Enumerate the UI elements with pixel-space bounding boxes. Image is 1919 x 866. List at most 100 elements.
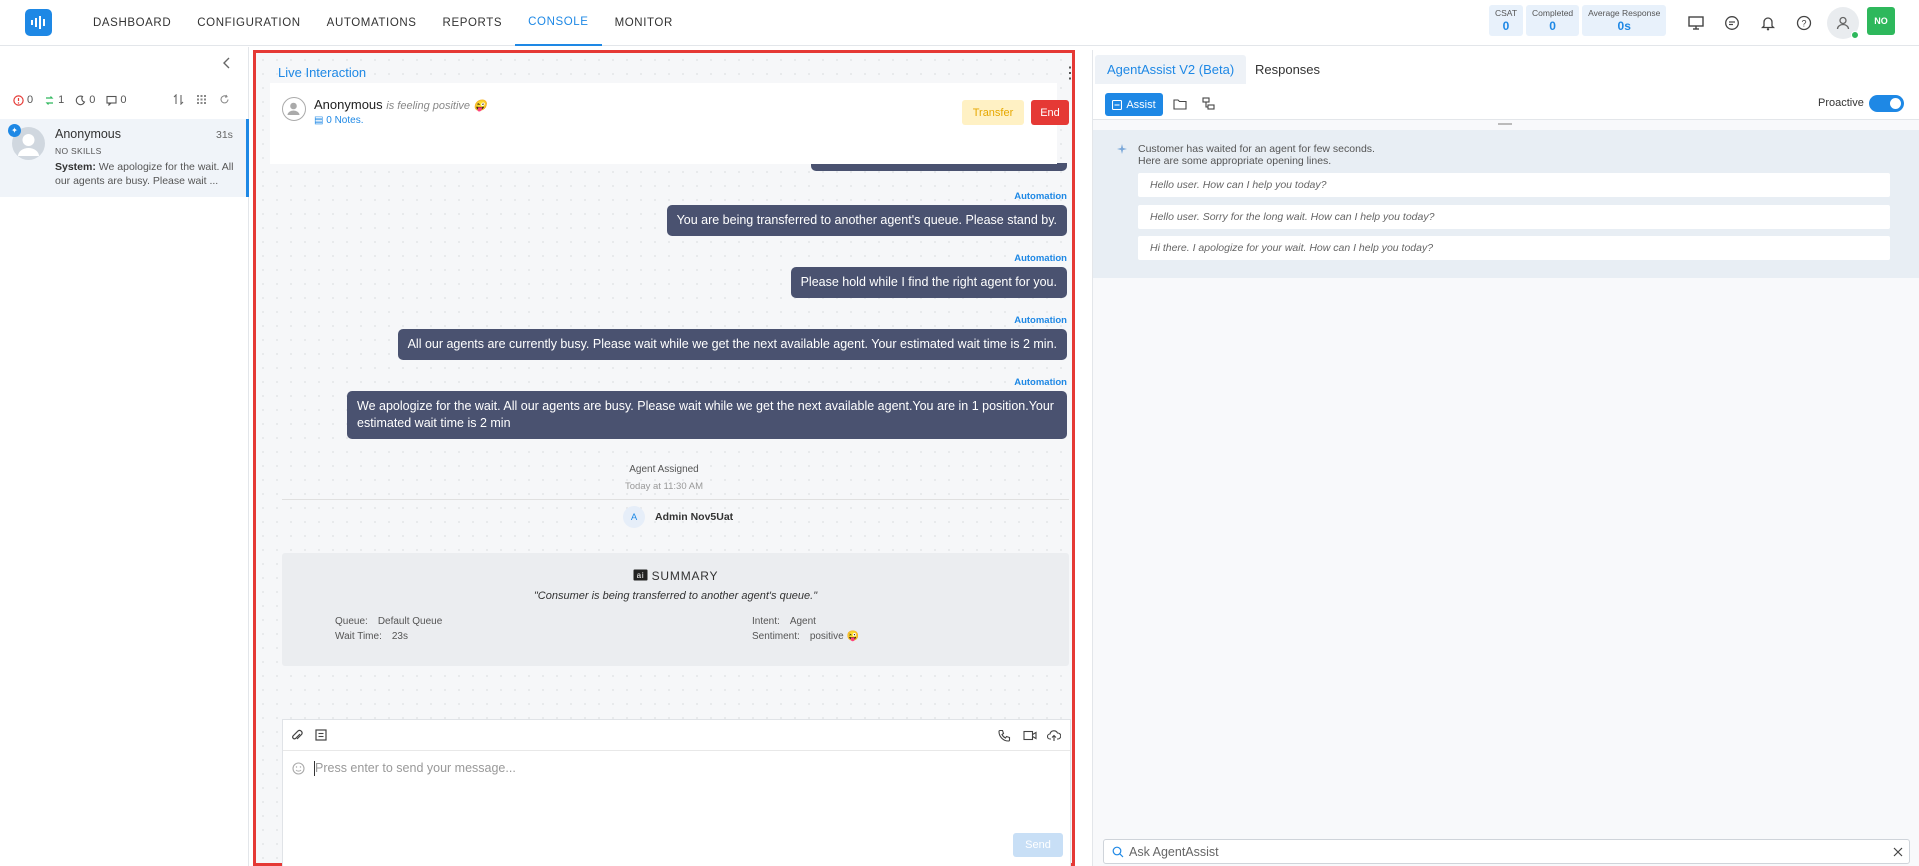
notes-link[interactable]: ▤ 0 Notes. [314,115,363,126]
message-icon [106,95,117,106]
preview-sender: System: [55,161,96,173]
refresh-icon[interactable] [219,94,230,105]
nav-console[interactable]: CONSOLE [515,0,602,46]
stat-label: Average Response [1588,8,1661,18]
summary-sentiment: Sentiment: positive 😜 [752,631,859,642]
emoji-icon[interactable] [292,762,305,775]
collapse-sidebar-icon[interactable] [222,57,232,72]
stat-value: 0s [1617,19,1631,33]
chat-header: Anonymous is feeling positive 😜 ▤ 0 Note… [270,83,1069,164]
filter-count: 0 [89,94,96,106]
field-value: positive 😜 [809,631,859,642]
message-bubble: We apologize for the wait. All our agent… [347,391,1067,439]
grid-icon[interactable] [196,94,207,105]
summary-card: ai SUMMARY "Consumer is being transferred… [282,553,1069,666]
stat-average-response: Average Response 0s [1582,5,1667,36]
tab-responses[interactable]: Responses [1243,55,1332,84]
online-status-dot [1851,31,1859,39]
monitor-icon[interactable] [1684,11,1708,35]
conversation-time: 31s [216,129,233,141]
app-logo[interactable] [25,9,52,36]
suggestion-item[interactable]: Hello user. How can I help you today? [1138,173,1890,197]
ask-agentassist-field[interactable]: Ask AgentAssist [1103,839,1910,864]
main-nav: DASHBOARD CONFIGURATION AUTOMATIONS REPO… [80,0,686,46]
moon-icon [75,94,86,105]
agent-name: Admin Nov5Uat [655,511,734,523]
help-icon[interactable]: ? [1792,11,1816,35]
nav-configuration[interactable]: CONFIGURATION [184,0,313,46]
more-options-icon[interactable]: ⋮ [1062,63,1078,83]
summary-wait-time: Wait Time: 23s [335,631,408,642]
close-icon[interactable] [1893,847,1903,857]
nav-reports[interactable]: REPORTS [430,0,516,46]
agent-assigned-time: Today at 11:30 AM [625,481,703,492]
filter-alerts[interactable]: 0 [13,94,33,106]
phone-icon[interactable] [998,729,1011,742]
alert-icon [13,94,24,106]
suggestion-heading-line: Here are some appropriate opening lines. [1138,155,1332,167]
folder-icon[interactable] [1173,98,1187,110]
suggestion-heading: Customer has waited for an agent for few… [1138,143,1375,167]
conversation-preview: System: We apologize for the wait. All o… [55,160,235,188]
send-button[interactable]: Send [1013,833,1063,857]
conversation-item[interactable]: ✦ Anonymous 31s NO SKILLS System: We apo… [0,119,249,197]
workflow-icon[interactable] [1202,97,1215,110]
suggestion-heading-line: Customer has waited for an agent for few… [1138,143,1375,155]
suggestion-item[interactable]: Hello user. Sorry for the long wait. How… [1138,205,1890,229]
message-bubble: Please hold while I find the right agent… [790,267,1067,298]
ai-icon: ai [633,569,648,581]
user-initials-badge[interactable]: NO [1867,7,1895,35]
stat-value: 0 [1549,19,1556,33]
agent-assist-panel: AgentAssist V2 (Beta) Responses Assist P… [1092,50,1919,866]
attachment-icon[interactable] [291,729,303,742]
field-value: Default Queue [377,616,443,627]
filter-count: 0 [120,94,127,106]
nav-dashboard[interactable]: DASHBOARD [80,0,184,46]
summary-title-text: SUMMARY [651,569,719,583]
stat-label: CSAT [1495,8,1518,18]
summary-intent: Intent: Agent [752,616,816,627]
agent-assigned-label: Agent Assigned [629,464,699,475]
filter-messages[interactable]: 0 [106,94,127,106]
profile-avatar[interactable] [1827,7,1859,39]
end-button[interactable]: End [1031,100,1069,125]
canned-response-icon[interactable] [315,729,327,741]
message-sender: Automation [1014,377,1067,388]
bell-icon[interactable] [1756,11,1780,35]
ask-agentassist-input[interactable]: Ask AgentAssist [1129,845,1219,859]
video-icon[interactable] [1023,730,1037,741]
tab-agentassist[interactable]: AgentAssist V2 (Beta) [1095,55,1247,84]
summary-queue: Queue: Default Queue [335,616,442,627]
top-icons: ? [1684,11,1816,35]
live-interaction-panel: Live Interaction ⋮ Anonymous is feeling … [253,50,1078,866]
message-composer: Press enter to send your message... Send [282,719,1071,866]
suggestion-item[interactable]: Hi there. I apologize for your wait. How… [1138,236,1890,260]
field-value: 23s [391,631,408,642]
stat-csat: CSAT 0 [1489,5,1524,36]
agent-avatar: A [623,506,645,528]
conversation-name: Anonymous [55,127,122,141]
stat-value: 0 [1502,19,1510,33]
cloud-upload-icon[interactable] [1047,729,1061,742]
transfer-button[interactable]: Transfer [962,100,1024,125]
assist-button[interactable]: Assist [1105,93,1163,116]
filter-transfers[interactable]: 1 [44,94,64,106]
message-input[interactable]: Press enter to send your message... [315,761,516,775]
chat-icon[interactable] [1720,11,1744,35]
top-navbar: DASHBOARD CONFIGURATION AUTOMATIONS REPO… [0,0,1919,46]
sort-icon[interactable] [173,94,184,105]
nav-automations[interactable]: AUTOMATIONS [314,0,430,46]
summary-title: ai SUMMARY [282,569,1069,583]
transfer-icon [45,95,54,105]
nav-monitor[interactable]: MONITOR [602,0,686,46]
assist-toolbar: Assist Proactive [1093,88,1919,120]
customer-name: Anonymous is feeling positive 😜 [314,97,487,112]
field-label: Sentiment: [752,631,800,642]
proactive-toggle[interactable] [1869,95,1904,112]
field-value: Agent [789,616,816,627]
divider [282,499,1069,500]
resize-handle[interactable] [1498,123,1512,125]
panel-title: Live Interaction [278,65,367,80]
filter-idle[interactable]: 0 [75,94,95,106]
svg-text:?: ? [1801,19,1806,29]
